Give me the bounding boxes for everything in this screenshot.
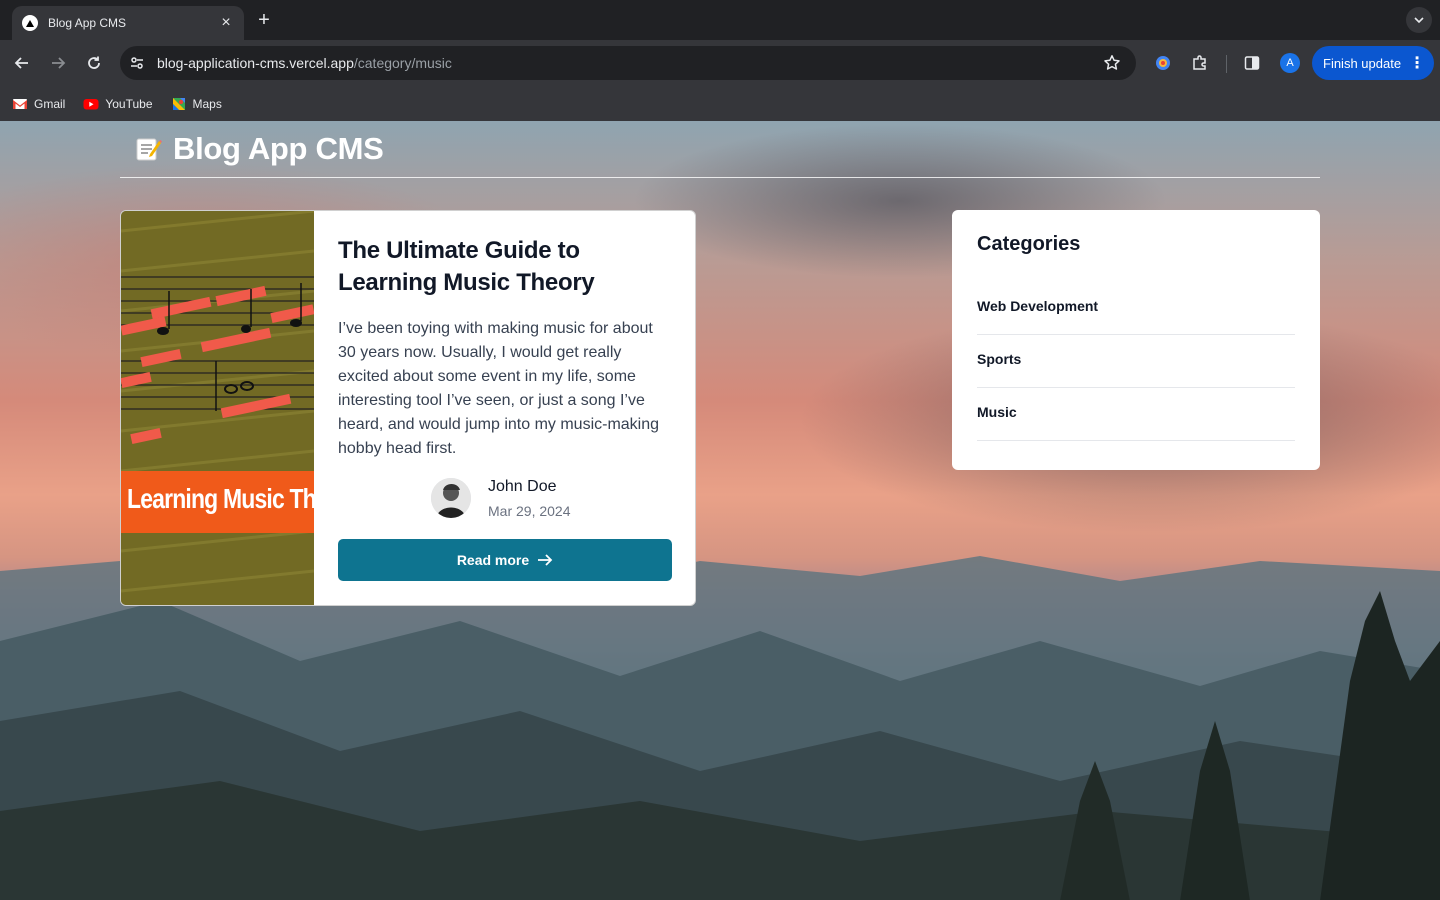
extension-icon[interactable] (1151, 51, 1175, 75)
bookmark-label: YouTube (105, 96, 153, 111)
arrow-right-icon (538, 554, 553, 566)
browser-tab-bar: Blog App CMS × + (0, 0, 1440, 40)
read-more-button[interactable]: Read more (338, 539, 672, 581)
post-card: Learning Music Theory The Ultimate Guide… (120, 210, 696, 606)
forward-arrow-icon[interactable] (46, 51, 70, 75)
gmail-icon (12, 97, 28, 111)
author-name: John Doe (488, 478, 557, 495)
site-title[interactable]: Blog App CMS (173, 131, 384, 167)
category-web-development[interactable]: Web Development (977, 288, 1295, 335)
finish-update-label: Finish update (1323, 55, 1402, 71)
address-bar[interactable]: blog-application-cms.vercel.app/category… (120, 46, 1136, 80)
extensions-puzzle-icon[interactable] (1188, 51, 1212, 75)
site-header: Blog App CMS (120, 121, 1320, 178)
category-music[interactable]: Music (977, 388, 1295, 441)
side-panel-icon[interactable] (1240, 51, 1264, 75)
thumbnail-banner-text: Learning Music Theory (127, 483, 314, 514)
bookmark-star-icon[interactable] (1100, 51, 1124, 75)
finish-update-button[interactable]: Finish update ⋮ (1312, 46, 1434, 80)
bookmarks-bar: Gmail YouTube Maps (0, 86, 1440, 121)
url-text: blog-application-cms.vercel.app/category… (157, 55, 452, 71)
post-thumbnail[interactable]: Learning Music Theory (121, 211, 314, 605)
bookmark-label: Maps (192, 96, 222, 111)
toolbar-divider (1226, 55, 1227, 73)
youtube-icon (83, 97, 99, 111)
bookmark-label: Gmail (34, 96, 66, 111)
reload-icon[interactable] (82, 51, 106, 75)
author-info: John Doe Mar 29, 2024 (431, 477, 571, 519)
browser-tab[interactable]: Blog App CMS × (12, 6, 244, 40)
back-arrow-icon[interactable] (10, 51, 34, 75)
maps-icon (171, 97, 187, 111)
new-tab-icon[interactable]: + (252, 8, 276, 32)
read-more-label: Read more (456, 552, 530, 568)
page-background: Blog App CMS Learning Music The Ultimate… (0, 121, 1440, 900)
tab-title: Blog App CMS (48, 16, 127, 30)
category-sports[interactable]: Sports (977, 335, 1295, 388)
profile-avatar[interactable]: A (1280, 53, 1300, 73)
more-vert-icon: ⋮ (1409, 55, 1426, 72)
post-card-body: The Ultimate Guide to Learning Music The… (338, 235, 672, 461)
categories-title: Categories (977, 233, 1081, 255)
tab-search-icon[interactable] (1406, 7, 1432, 33)
post-excerpt: I’ve been toying with making music for a… (338, 320, 660, 457)
sheet-music-image (121, 211, 314, 605)
close-tab-icon[interactable]: × (218, 15, 234, 31)
categories-panel: Categories Web Development Sports Music (952, 210, 1320, 470)
memo-icon (134, 135, 162, 163)
author-avatar (431, 478, 471, 518)
bookmark-maps[interactable]: Maps (171, 97, 222, 111)
bookmark-youtube[interactable]: YouTube (83, 96, 153, 111)
browser-toolbar: blog-application-cms.vercel.app/category… (0, 40, 1440, 86)
categories-list: Web Development Sports Music (977, 288, 1295, 441)
post-date: Mar 29, 2024 (488, 503, 571, 519)
site-settings-icon[interactable] (126, 52, 148, 74)
post-title[interactable]: The Ultimate Guide to Learning Music The… (338, 235, 672, 299)
bookmark-gmail[interactable]: Gmail (12, 97, 65, 111)
vercel-favicon-icon (22, 15, 38, 31)
